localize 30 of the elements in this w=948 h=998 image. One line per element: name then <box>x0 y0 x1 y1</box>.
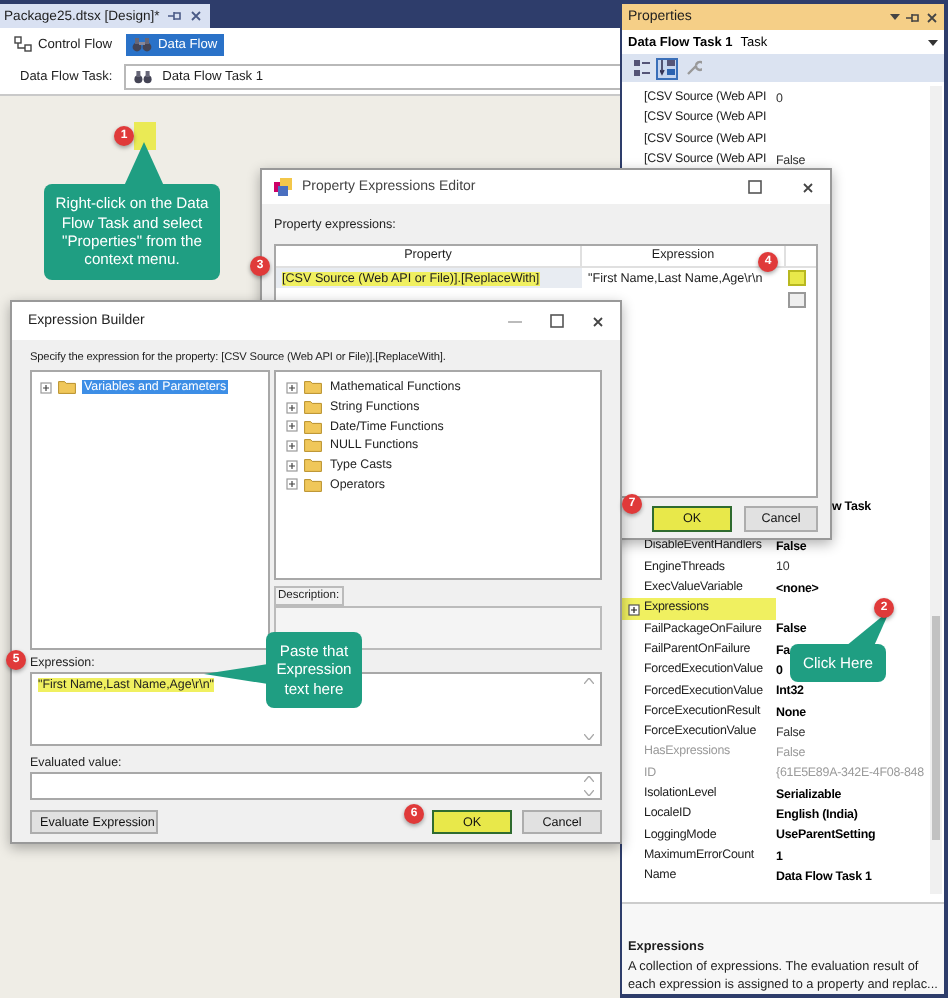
pin-icon[interactable] <box>167 10 182 22</box>
toolbar-button[interactable] <box>630 57 652 79</box>
maximize-icon[interactable] <box>550 314 564 328</box>
expand-icon[interactable] <box>40 381 52 394</box>
categorized-icon <box>633 60 649 76</box>
wrench-icon <box>685 60 701 76</box>
expand-icon[interactable] <box>286 401 298 414</box>
binoculars-icon <box>134 70 153 84</box>
expand-icon[interactable] <box>627 603 639 616</box>
expand-icon[interactable] <box>286 478 298 491</box>
sort-icon <box>659 60 675 76</box>
highlight-mark <box>134 122 156 150</box>
expand-icon[interactable] <box>286 439 298 452</box>
pin-icon[interactable] <box>906 11 920 23</box>
close-icon[interactable] <box>926 11 938 23</box>
binoculars-icon <box>132 36 153 52</box>
toolbar-button[interactable] <box>656 57 678 79</box>
expand-icon[interactable] <box>286 381 298 394</box>
close-icon[interactable] <box>189 10 202 22</box>
folder-icon <box>58 380 76 395</box>
expand-icon[interactable] <box>286 459 298 472</box>
dropdown-icon[interactable] <box>890 14 900 20</box>
scrollbar[interactable] <box>930 86 942 894</box>
close-icon[interactable] <box>592 315 604 327</box>
flow-icon <box>14 36 32 52</box>
editor-icon <box>274 178 292 196</box>
close-icon[interactable] <box>802 181 814 193</box>
caret-icon[interactable] <box>928 39 938 45</box>
maximize-icon[interactable] <box>748 180 762 194</box>
expand-icon[interactable] <box>286 420 298 433</box>
